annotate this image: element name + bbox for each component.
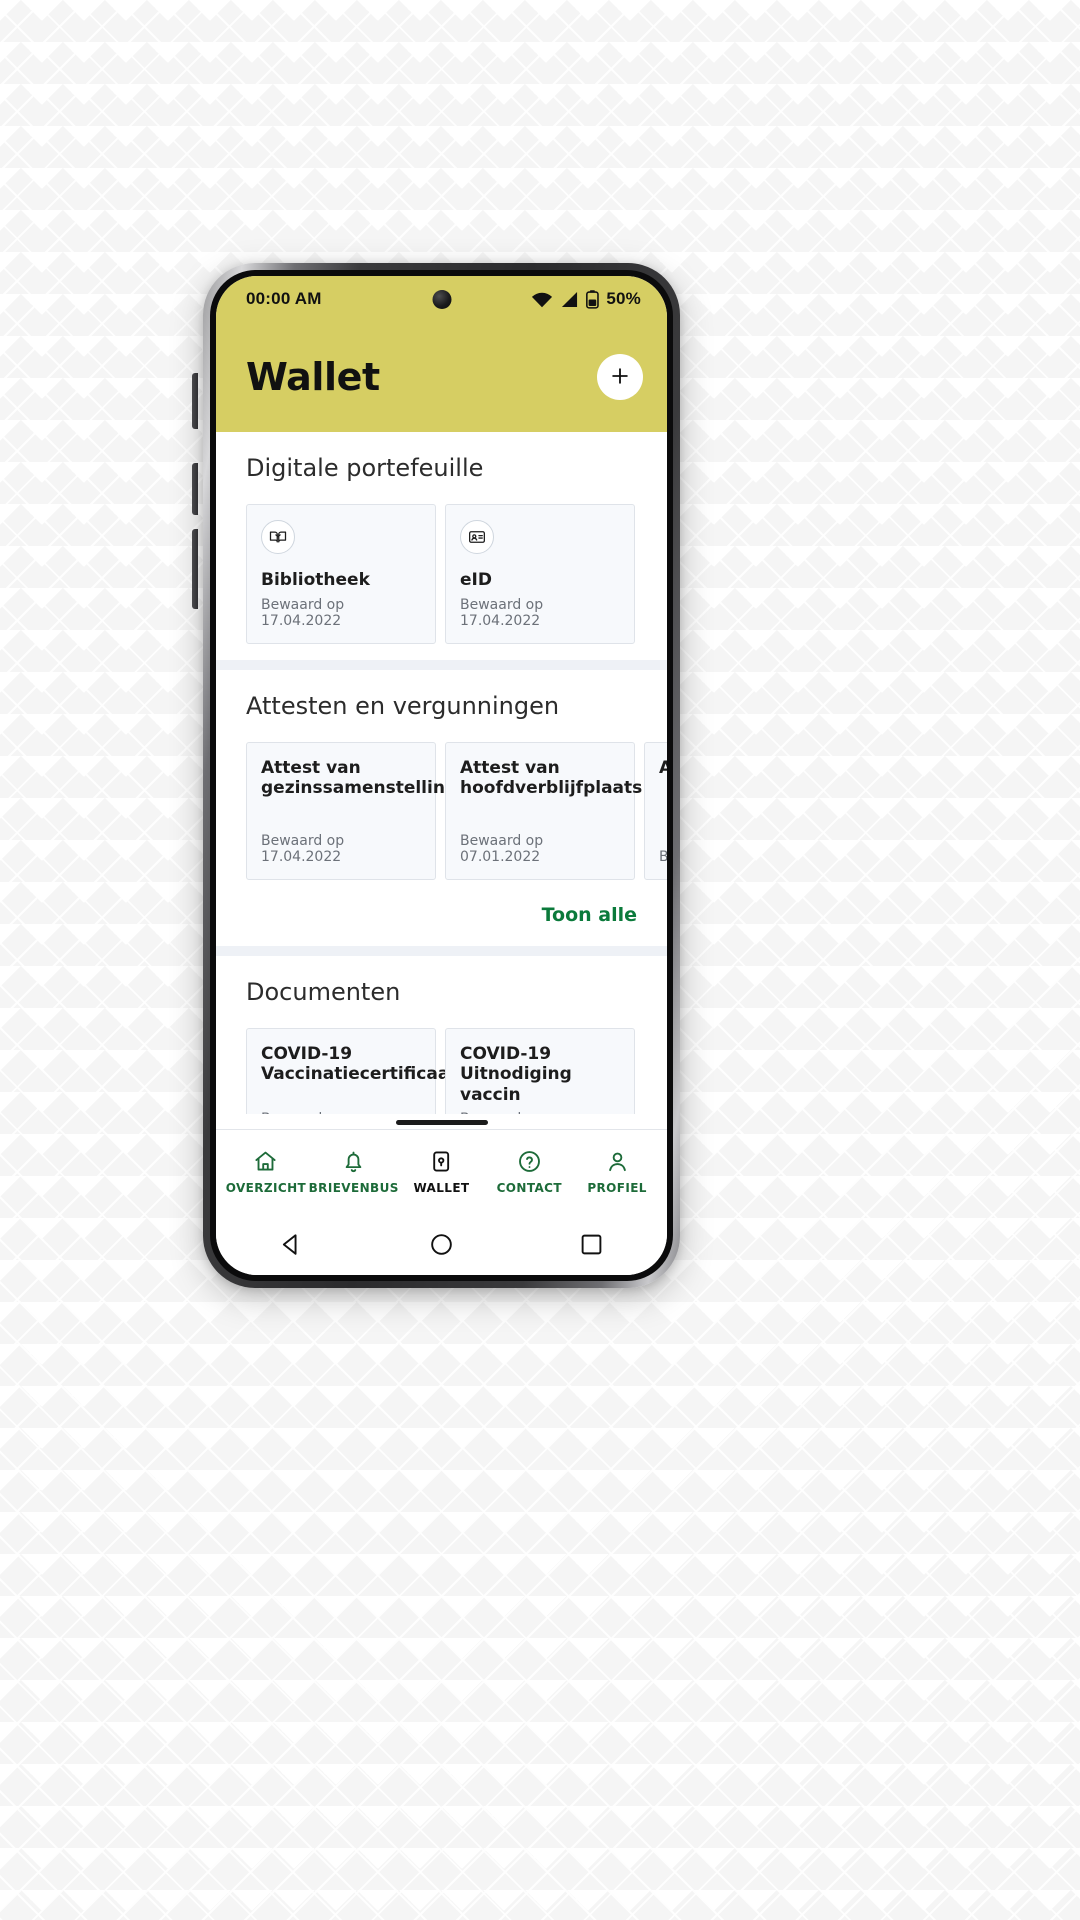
section-title: Documenten [246,977,401,1006]
card-title: Attest [659,757,667,778]
card-title: COVID-19 Vaccinatiecertificaat [261,1043,458,1085]
card-subtitle: Bewaa [659,848,667,865]
bottom-navigation-bar: OVERZICHT BRIEVENBUS WALLET CONTACT PROF… [216,1129,667,1213]
page-title: Wallet [246,355,380,399]
nav-label: BRIEVENBUS [308,1181,399,1195]
card-title: COVID-19 Uitnodiging vaccin [460,1043,572,1106]
wallet-card-eid[interactable]: eID Bewaard op 17.04.2022 [445,504,635,644]
attest-card-hoofdverblijfplaats[interactable]: Attest van hoofdverblijfplaats Bewaard o… [445,741,643,880]
section-title: Digitale portefeuille [246,454,484,482]
document-card-vaccinatiecertificaat[interactable]: COVID-19 Vaccinatiecertificaat Bewaard o… [246,1027,458,1114]
section-divider [216,945,667,956]
section-digitale-portefeuille: Digitale portefeuille Bibliotheek Bewaar… [216,432,667,660]
status-bar-icons: 50% [531,289,641,309]
nav-item-wallet[interactable]: WALLET [398,1148,486,1195]
person-icon [605,1148,630,1174]
nav-label: CONTACT [496,1181,562,1195]
device-mute-button[interactable] [192,373,198,429]
document-card-row[interactable]: COVID-19 Vaccinatiecertificaat Bewaard o… [216,1027,667,1114]
wifi-icon [531,291,553,308]
main-content: Digitale portefeuille Bibliotheek Bewaar… [216,432,667,1114]
card-subtitle: Bewaard op 17.04.2022 [460,596,544,629]
wallet-card-bibliotheek[interactable]: Bibliotheek Bewaard op 17.04.2022 [246,504,436,644]
help-circle-icon [517,1148,542,1174]
nav-label: WALLET [413,1181,470,1195]
add-button[interactable] [597,354,643,400]
card-subtitle: Bewaard op 17.04.2022 [261,596,345,629]
nav-item-overzicht[interactable]: OVERZICHT [222,1148,310,1195]
attest-card-row[interactable]: Attest van gezinssamenstelling Bewaard o… [216,741,667,880]
nav-item-profiel[interactable]: PROFIEL [573,1148,661,1195]
section-title: Attesten en vergunningen [246,691,560,720]
card-title: Attest van hoofdverblijfplaats [460,757,643,799]
plus-icon [609,365,631,390]
phone-screen: 00:00 AM 50% Wallet Digitale portefeuill… [216,276,667,1275]
card-subtitle: Bewaard op 17.04.2022 [261,832,345,865]
back-triangle-icon[interactable] [278,1231,305,1258]
show-all-row: Toon alle [216,880,667,930]
app-bar: Wallet [216,322,667,432]
phone-bezel: 00:00 AM 50% Wallet Digitale portefeuill… [210,270,673,1281]
book-icon [261,520,295,554]
device-volume-up-button[interactable] [192,463,198,515]
gesture-bar-area [216,1114,667,1129]
cellular-signal-icon [560,291,579,308]
card-title: Bibliotheek [261,570,370,590]
section-divider [216,659,667,670]
home-circle-icon[interactable] [428,1231,455,1258]
nav-item-brievenbus[interactable]: BRIEVENBUS [308,1148,399,1195]
device-volume-down-button[interactable] [192,529,198,609]
home-icon [253,1148,278,1174]
phone-device-frame: 00:00 AM 50% Wallet Digitale portefeuill… [192,263,680,1288]
attest-card-gezinssamenstelling[interactable]: Attest van gezinssamenstelling Bewaard o… [246,741,458,880]
android-system-navigation [216,1213,667,1275]
show-all-link[interactable]: Toon alle [542,904,637,926]
gesture-handle[interactable] [395,1120,488,1125]
section-attesten-en-vergunningen: Attesten en vergunningen Attest van gezi… [216,669,667,946]
nav-label: PROFIEL [587,1181,647,1195]
card-title: Attest van gezinssamenstelling [261,757,458,799]
status-bar-time: 00:00 AM [246,289,322,308]
card-subtitle: Bewaard op 07.01.2022 [460,832,544,865]
wallet-icon [429,1148,454,1174]
front-camera-punch-hole [432,289,451,309]
nav-item-contact[interactable]: CONTACT [485,1148,573,1195]
card-title: eID [460,570,492,590]
battery-icon [586,289,600,309]
section-documenten: Documenten COVID-19 Vaccinatiecertificaa… [216,955,667,1114]
document-card-uitnodiging-vaccin[interactable]: COVID-19 Uitnodiging vaccin Bewaard op 0… [445,1027,635,1114]
battery-percentage-label: 50% [606,289,641,308]
wallet-card-row[interactable]: Bibliotheek Bewaard op 17.04.2022 eID Be… [216,504,667,644]
status-bar: 00:00 AM 50% [216,276,667,322]
id-card-icon [460,520,494,554]
nav-label: OVERZICHT [225,1181,307,1195]
bell-icon [341,1148,366,1174]
attest-card-partial[interactable]: Attest Bewaa [644,741,667,880]
recents-square-icon[interactable] [578,1231,605,1258]
